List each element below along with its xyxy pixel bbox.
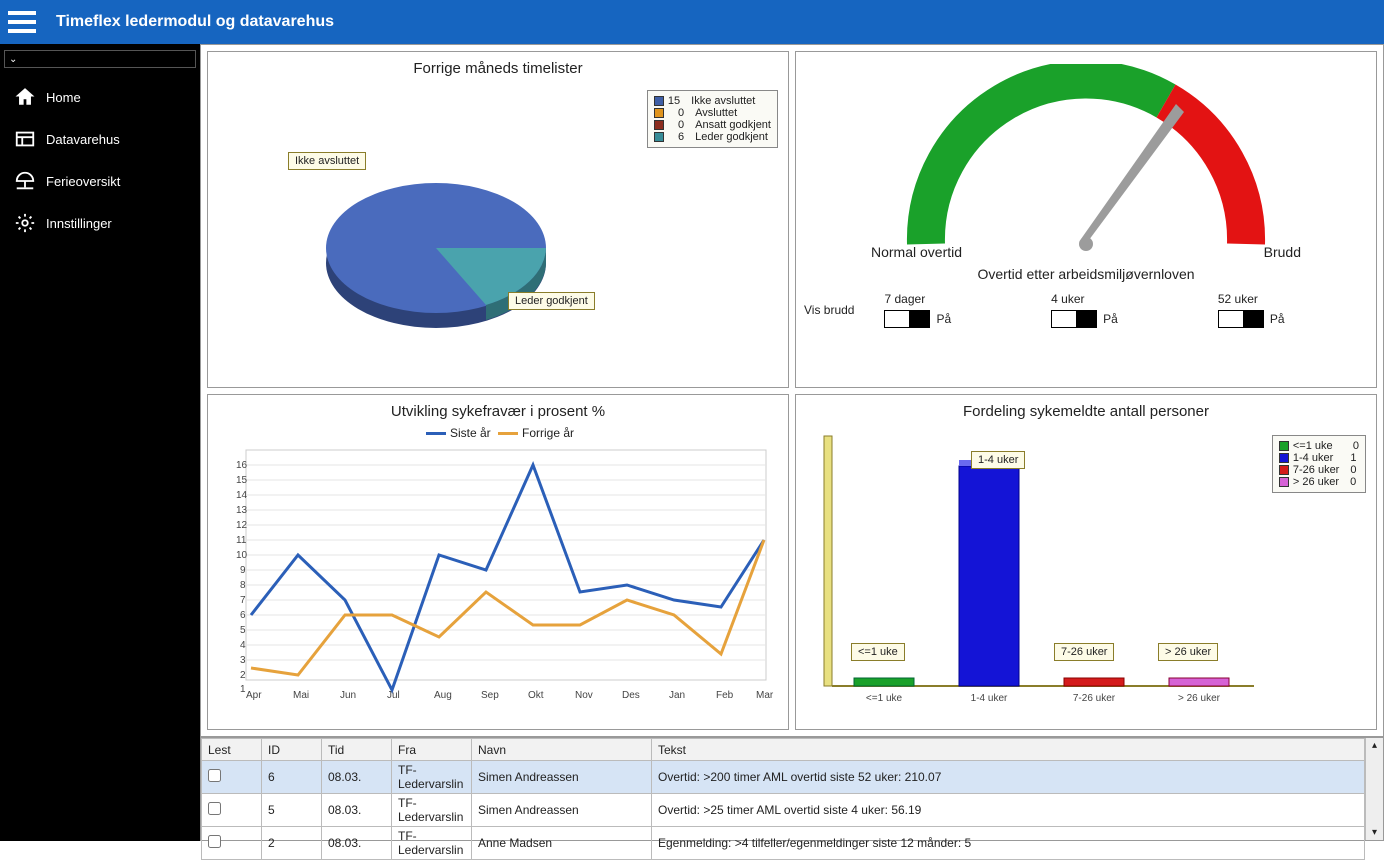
vis-brudd-label: Vis brudd: [804, 303, 854, 317]
warehouse-icon: [14, 128, 36, 150]
panel-title: Utvikling sykefravær i prosent %: [216, 403, 780, 420]
bar-legend: <=1 uke 0 1-4 uker 1 7-26 uker 0 > 26 uk…: [1272, 435, 1366, 493]
svg-text:Sep: Sep: [481, 690, 499, 701]
svg-text:11: 11: [236, 535, 247, 546]
svg-text:16: 16: [236, 460, 248, 471]
pie-callout-1: Ikke avsluttet: [288, 152, 366, 170]
pie-callout-2: Leder godkjent: [508, 292, 595, 310]
table-scrollbar[interactable]: ▴▾: [1365, 738, 1383, 840]
toggle-4uker[interactable]: [1051, 310, 1097, 328]
svg-text:Jun: Jun: [340, 690, 356, 701]
svg-text:15: 15: [236, 475, 248, 486]
pie-legend: 15 Ikke avsluttet 0 Avsluttet 0 Ansatt g…: [647, 90, 778, 148]
svg-text:7-26 uker: 7-26 uker: [1073, 693, 1116, 704]
svg-text:Aug: Aug: [434, 690, 452, 701]
line-chart: 16151413 1211109 8765 4321 AprMaiJunJul …: [216, 440, 776, 710]
svg-text:Jan: Jan: [669, 690, 685, 701]
panel-sykemeldte: Fordeling sykemeldte antall personer <=1…: [795, 394, 1377, 731]
svg-text:> 26 uker: > 26 uker: [1178, 693, 1221, 704]
svg-text:1-4 uker: 1-4 uker: [971, 693, 1008, 704]
gauge-right-label: Brudd: [1264, 244, 1301, 260]
sidebar-item-ferieoversikt[interactable]: Ferieoversikt: [0, 160, 200, 202]
bar-callout-4: > 26 uker: [1158, 643, 1218, 661]
svg-text:Des: Des: [622, 690, 640, 701]
gear-icon: [14, 212, 36, 234]
read-checkbox[interactable]: [208, 802, 221, 815]
svg-text:<=1 uke: <=1 uke: [866, 693, 903, 704]
menu-icon[interactable]: [8, 8, 36, 36]
svg-text:5: 5: [240, 625, 246, 636]
svg-text:14: 14: [236, 490, 248, 501]
svg-text:6: 6: [240, 610, 246, 621]
svg-text:4: 4: [240, 640, 246, 651]
toggle-7dager[interactable]: [884, 310, 930, 328]
panel-overtid: Normal overtid Brudd Overtid etter arbei…: [795, 51, 1377, 388]
sidebar-item-innstillinger[interactable]: Innstillinger: [0, 202, 200, 244]
app-header: Timeflex ledermodul og datavarehus: [0, 0, 1384, 44]
sidebar-item-label: Datavarehus: [46, 132, 120, 147]
svg-text:Jul: Jul: [387, 690, 400, 701]
sidebar-item-label: Home: [46, 90, 81, 105]
panel-title: Fordeling sykemeldte antall personer: [804, 403, 1368, 420]
bar-callout-highlight: 1-4 uker: [971, 451, 1025, 469]
svg-text:Nov: Nov: [575, 690, 593, 701]
svg-text:8: 8: [240, 580, 246, 591]
sidebar: ⌄ Home Datavarehus Ferieoversikt Innstil…: [0, 44, 200, 841]
svg-text:Mar: Mar: [756, 690, 774, 701]
svg-text:Okt: Okt: [528, 690, 544, 701]
umbrella-icon: [14, 170, 36, 192]
app-title: Timeflex ledermodul og datavarehus: [56, 13, 334, 31]
messages-table: Lest ID Tid Fra Navn Tekst 6 08.03. TF-L…: [200, 737, 1384, 841]
svg-text:Feb: Feb: [716, 690, 734, 701]
panel-timelister: Forrige måneds timelister 15 Ikke avslut…: [207, 51, 789, 388]
svg-text:10: 10: [236, 550, 248, 561]
sidebar-item-home[interactable]: Home: [0, 76, 200, 118]
panel-title: Forrige måneds timelister: [216, 60, 780, 77]
gauge-left-label: Normal overtid: [871, 244, 962, 260]
bar-callout-1: <=1 uke: [851, 643, 905, 661]
collapse-button[interactable]: ⌄: [4, 50, 196, 68]
svg-text:Apr: Apr: [246, 690, 262, 701]
panel-sykefravaer: Utvikling sykefravær i prosent % Siste å…: [207, 394, 789, 731]
svg-text:13: 13: [236, 505, 248, 516]
svg-text:Mai: Mai: [293, 690, 309, 701]
read-checkbox[interactable]: [208, 769, 221, 782]
sidebar-item-label: Innstillinger: [46, 216, 112, 231]
svg-text:3: 3: [240, 655, 246, 666]
line-legend: Siste år Forrige år: [216, 426, 780, 440]
table-row[interactable]: 6 08.03. TF-Ledervarslin Simen Andreasse…: [202, 761, 1365, 794]
read-checkbox[interactable]: [208, 835, 221, 848]
bar-callout-3: 7-26 uker: [1054, 643, 1114, 661]
gauge-caption: Overtid etter arbeidsmiljøvernloven: [977, 266, 1194, 282]
table-row[interactable]: 2 08.03. TF-Ledervarslin Anne Madsen Ege…: [202, 827, 1365, 860]
svg-text:2: 2: [240, 670, 246, 681]
svg-text:9: 9: [240, 565, 246, 576]
home-icon: [14, 86, 36, 108]
sidebar-item-datavarehus[interactable]: Datavarehus: [0, 118, 200, 160]
table-header-row: Lest ID Tid Fra Navn Tekst: [202, 739, 1365, 761]
bar-chart: <=1 uke 1-4 uker 7-26 uker > 26 uker: [804, 426, 1264, 706]
sidebar-item-label: Ferieoversikt: [46, 174, 120, 189]
svg-text:7: 7: [240, 595, 246, 606]
table-row[interactable]: 5 08.03. TF-Ledervarslin Simen Andreasse…: [202, 794, 1365, 827]
toggle-52uker[interactable]: [1218, 310, 1264, 328]
svg-text:12: 12: [236, 520, 248, 531]
